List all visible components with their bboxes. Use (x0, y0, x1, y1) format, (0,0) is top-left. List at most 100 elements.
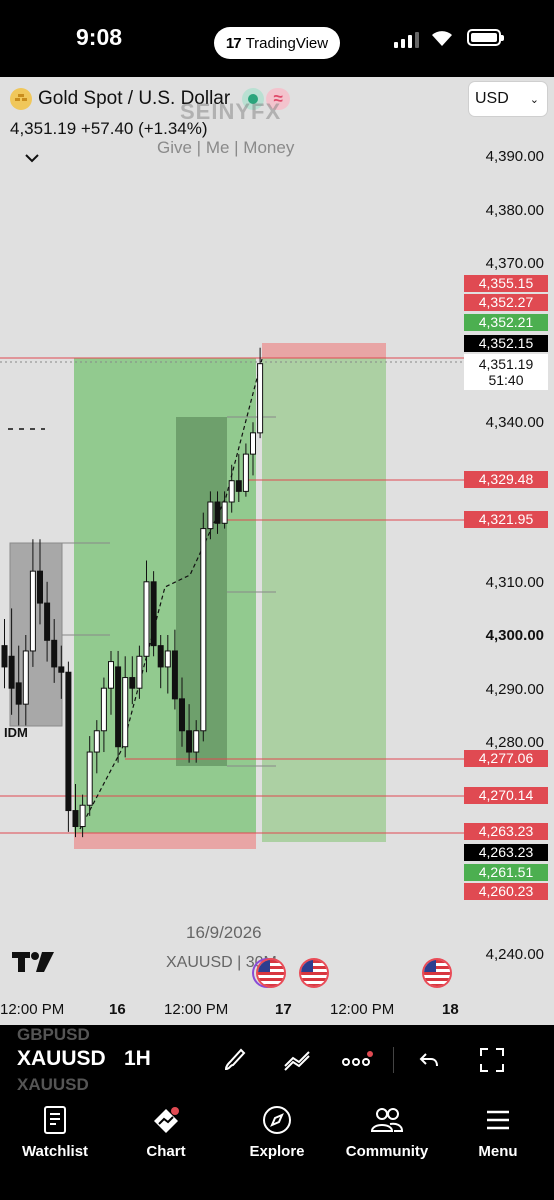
price-tag: 4,261.51 (464, 864, 548, 881)
chart-tagline: Give | Me | Money (157, 138, 295, 157)
candle-body (186, 730, 193, 753)
axis-tick: 4,380.00 (485, 202, 544, 219)
tradingview-logo-icon (12, 952, 54, 972)
price-tag: 4,355.15 (464, 275, 548, 292)
axis-tick: 4,280.00 (485, 734, 544, 751)
candle-body (143, 581, 150, 657)
nav-chart[interactable]: Chart (116, 1103, 216, 1160)
more-button[interactable] (340, 1043, 374, 1077)
battery-icon (467, 29, 504, 46)
price-tag: 4,277.06 (464, 750, 548, 767)
tradingview-pill-label: TradingView (245, 34, 329, 52)
candle-body (72, 810, 79, 828)
candle-body (179, 698, 185, 732)
axis-tick: 4,240.00 (485, 946, 544, 963)
chart-area[interactable]: Gold Spot / U.S. Dollar ≈ SEINYFX 4,351.… (0, 77, 554, 1025)
price-change-line: 4,351.19 +57.40 (+1.34%) (10, 119, 208, 138)
time-tick: 16 (109, 1001, 126, 1018)
time-tick: 12:00 PM (330, 1001, 395, 1018)
candle-body (51, 639, 58, 668)
bottom-nav: Watchlist Chart Explore Community Menu (0, 1095, 554, 1200)
candle-body (193, 730, 200, 753)
chart-icon (154, 1107, 179, 1133)
candle-body (214, 501, 221, 524)
candle-body (65, 671, 72, 812)
candle-body (150, 581, 157, 647)
currency-select[interactable]: USD ⌄ (469, 82, 547, 116)
long-stop-zone (74, 833, 256, 849)
candle-body (164, 650, 171, 668)
axis-tick: 4,310.00 (485, 574, 544, 591)
candle-body (242, 453, 249, 492)
candle-body (115, 666, 122, 748)
watchlist-icon (44, 1106, 66, 1134)
ghost-symbol: GBPUSD (17, 1025, 90, 1044)
price-tag: 4,352.15 (464, 335, 548, 352)
nav-menu-label: Menu (478, 1143, 518, 1160)
us-flag-icon[interactable] (258, 960, 284, 986)
nav-explore-label: Explore (249, 1143, 305, 1160)
target-zone (262, 358, 386, 842)
fullscreen-button[interactable] (475, 1043, 509, 1077)
nav-watchlist[interactable]: Watchlist (5, 1103, 105, 1160)
chevron-down-icon[interactable] (24, 152, 40, 164)
candle-body (235, 480, 242, 492)
symbol-button[interactable]: XAUUSD (17, 1047, 106, 1071)
candle-body (136, 655, 143, 689)
compass-icon (263, 1106, 291, 1134)
time-tick: 12:00 PM (164, 1001, 229, 1018)
price-tag: 4,352.27 (464, 294, 548, 311)
price-tag: 4,321.95 (464, 511, 548, 528)
pencil-icon (224, 1048, 246, 1071)
price-tag: 4,263.23 (464, 823, 548, 840)
draw-tool-button[interactable] (218, 1043, 252, 1077)
candle-body (93, 730, 100, 753)
price-tag: 4,329.48 (464, 471, 548, 488)
hamburger-icon (487, 1110, 509, 1130)
axis-tick: 4,300.00 (485, 627, 544, 644)
currency-label: USD (475, 90, 509, 107)
candle-body (207, 501, 214, 530)
bar-countdown: 51:40 (488, 372, 524, 388)
wifi-icon (432, 31, 452, 46)
candle-body (122, 677, 129, 748)
axis-tick: 4,390.00 (485, 148, 544, 165)
chart-toolbar: GBPUSD XAUUSD XAUUSD 1H (0, 1025, 554, 1095)
nav-menu[interactable]: Menu (448, 1103, 548, 1160)
time-axis[interactable]: 12:00 PM 16 12:00 PM 17 12:00 PM 18 (0, 999, 554, 1025)
interval-button[interactable]: 1H (124, 1047, 151, 1071)
long-profit-zone (74, 358, 256, 833)
chart-date: 16/9/2026 (186, 923, 262, 942)
tradingview-logo-icon: 17 (225, 34, 242, 52)
candle-body (22, 650, 29, 705)
us-flag-icon[interactable] (301, 960, 327, 986)
candle-body (228, 480, 235, 503)
axis-tick: 4,290.00 (485, 681, 544, 698)
candle-body (257, 363, 264, 434)
candle-body (250, 432, 256, 455)
candle-body (1, 645, 8, 668)
nav-explore[interactable]: Explore (227, 1103, 327, 1160)
candle-body (37, 570, 43, 604)
time-tick: 17 (275, 1001, 292, 1018)
candle-body (108, 661, 114, 689)
last-price: 4,351.19 (478, 356, 534, 372)
idm-label: IDM (4, 725, 28, 740)
indicators-button[interactable] (280, 1043, 314, 1077)
undo-button[interactable] (412, 1043, 446, 1077)
price-tag: 4,263.23 (464, 844, 548, 861)
axis-tick: 4,370.00 (485, 255, 544, 272)
nav-community-label: Community (345, 1143, 429, 1160)
time-tick: 18 (442, 1001, 459, 1018)
nav-community[interactable]: Community (337, 1103, 437, 1160)
ghost-symbol: XAUUSD (17, 1075, 89, 1094)
cellular-signal-icon (394, 32, 419, 48)
chevron-down-icon: ⌄ (529, 93, 539, 106)
last-price-tag: 4,351.19 51:40 (464, 354, 548, 390)
target-stop-zone (262, 343, 386, 358)
us-flag-icon[interactable] (424, 960, 450, 986)
candle-body (29, 570, 36, 652)
candle-body (129, 677, 136, 689)
undo-icon (419, 1053, 438, 1067)
tradingview-pill[interactable]: 17 TradingView (214, 27, 340, 59)
